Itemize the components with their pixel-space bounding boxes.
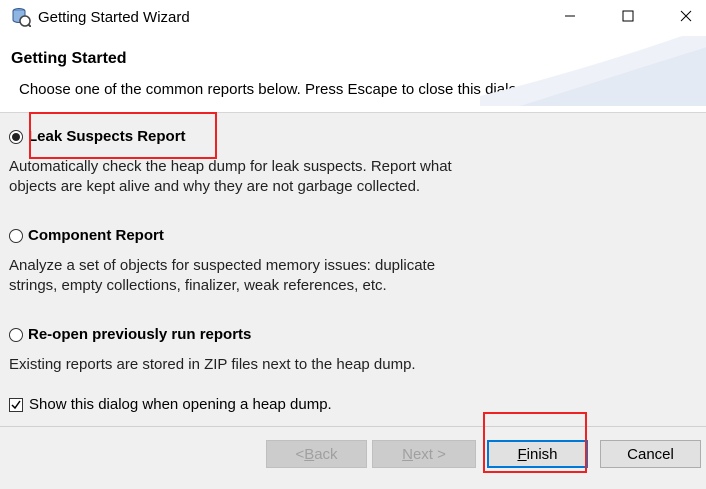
- page-description: Choose one of the common reports below. …: [19, 81, 530, 98]
- show-dialog-option[interactable]: Show this dialog when opening a heap dum…: [9, 396, 332, 413]
- checkmark-icon: [11, 400, 21, 409]
- option-label-reopen-reports: Re-open previously run reports: [28, 326, 252, 343]
- option-description-component-report: Analyze a set of objects for suspected m…: [9, 257, 436, 294]
- option-description-leak-suspects: Automatically check the heap dump for le…: [9, 158, 452, 195]
- option-label-leak-suspects: Leak Suspects Report: [28, 128, 186, 145]
- cancel-button[interactable]: Cancel: [600, 440, 701, 468]
- maximize-icon: [622, 9, 634, 27]
- radio-button-selected[interactable]: [9, 129, 23, 144]
- header-banner-art: [480, 36, 706, 106]
- title-bar: Getting Started Wizard: [0, 0, 706, 36]
- wizard-header: Getting Started Choose one of the common…: [0, 36, 706, 113]
- minimize-button[interactable]: [541, 0, 599, 36]
- radio-reopen-reports[interactable]: Re-open previously run reports: [9, 326, 251, 343]
- close-button[interactable]: [657, 0, 706, 36]
- radio-leak-suspects[interactable]: Leak Suspects Report: [9, 128, 186, 145]
- option-label-component-report: Component Report: [28, 227, 164, 244]
- finish-button[interactable]: Finish: [487, 440, 588, 468]
- back-button[interactable]: < Back: [266, 440, 367, 468]
- window-title: Getting Started Wizard: [38, 9, 190, 26]
- show-dialog-checkbox[interactable]: [9, 397, 23, 412]
- option-description-reopen-reports: Existing reports are stored in ZIP files…: [9, 356, 416, 373]
- radio-button[interactable]: [9, 327, 23, 342]
- close-icon: [680, 9, 692, 27]
- page-title: Getting Started: [11, 50, 127, 67]
- show-dialog-label: Show this dialog when opening a heap dum…: [29, 396, 332, 413]
- next-button[interactable]: Next >: [372, 440, 476, 468]
- radio-component-report[interactable]: Component Report: [9, 227, 164, 244]
- minimize-icon: [564, 9, 576, 27]
- maximize-button[interactable]: [599, 0, 657, 36]
- database-app-icon: [11, 7, 32, 28]
- radio-button[interactable]: [9, 228, 23, 243]
- button-bar-separator: [0, 426, 706, 427]
